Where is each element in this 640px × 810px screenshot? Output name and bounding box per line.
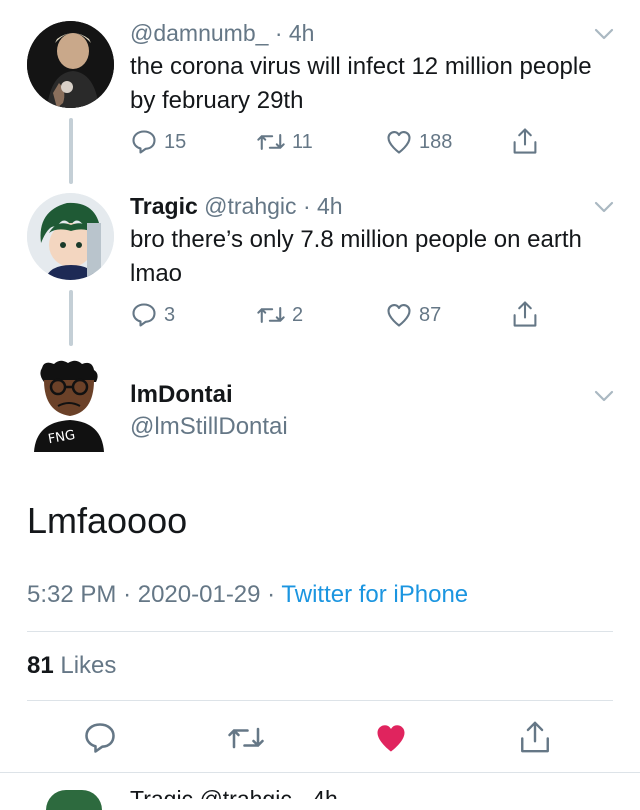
reply-button[interactable]: 15 bbox=[130, 128, 186, 156]
retweet-count: 2 bbox=[292, 303, 304, 326]
heart-icon bbox=[387, 304, 411, 327]
reply-icon bbox=[85, 723, 115, 753]
separator: · bbox=[274, 20, 283, 46]
retweet-count: 11 bbox=[292, 130, 313, 153]
share-button[interactable] bbox=[511, 299, 539, 329]
share-icon bbox=[513, 301, 537, 327]
likes-count: 81 bbox=[27, 652, 54, 679]
avatar-main-user[interactable]: FNG bbox=[30, 360, 108, 452]
avatar-damnumb[interactable] bbox=[27, 21, 114, 108]
next-reply-header[interactable]: Tragic @trahgic · 4h bbox=[130, 788, 338, 799]
chevron-down-icon[interactable] bbox=[594, 27, 614, 41]
retweet-icon bbox=[228, 727, 264, 749]
tweet-text: the corona virus will infect 12 million … bbox=[130, 53, 592, 114]
heart-filled-icon bbox=[377, 725, 405, 752]
reply-button[interactable]: 3 bbox=[130, 301, 175, 329]
share-button[interactable] bbox=[518, 718, 552, 761]
reply-count: 3 bbox=[164, 303, 176, 326]
thread-line-2 bbox=[69, 290, 73, 346]
reply-icon bbox=[132, 130, 156, 154]
tweet-meta: 5:32 PM · 2020-01-29 · Twitter for iPhon… bbox=[27, 581, 468, 609]
reply-button[interactable] bbox=[82, 720, 118, 761]
tweet-timestamp[interactable]: 5:32 PM bbox=[27, 581, 116, 608]
separator: · bbox=[267, 581, 276, 608]
retweet-icon bbox=[257, 307, 285, 323]
reply-icon bbox=[132, 303, 156, 327]
divider bbox=[27, 631, 613, 632]
avatar-tragic[interactable] bbox=[27, 193, 114, 280]
divider bbox=[0, 772, 640, 773]
separator: · bbox=[302, 193, 311, 219]
like-button[interactable]: 87 bbox=[385, 301, 441, 329]
retweet-button[interactable]: 11 bbox=[256, 128, 313, 156]
avatar-image bbox=[27, 21, 114, 108]
thread-line-1 bbox=[69, 118, 73, 184]
like-count: 188 bbox=[419, 130, 453, 153]
avatar-image bbox=[27, 193, 114, 280]
tweet-source-link[interactable]: Twitter for iPhone bbox=[281, 581, 468, 608]
tweet-date[interactable]: 2020-01-29 bbox=[138, 581, 261, 608]
main-tweet-text: Lmfaoooo bbox=[27, 500, 188, 541]
share-icon bbox=[513, 128, 537, 154]
like-button[interactable]: 188 bbox=[385, 128, 452, 156]
like-button-active[interactable] bbox=[373, 720, 409, 761]
share-button[interactable] bbox=[511, 126, 539, 156]
tweet-time[interactable]: 4h bbox=[289, 20, 315, 46]
retweet-button[interactable]: 2 bbox=[256, 301, 303, 329]
tweet-header: Tragic @trahgic · 4h bbox=[130, 193, 343, 220]
chevron-down-icon[interactable] bbox=[594, 200, 614, 214]
retweet-button[interactable] bbox=[226, 720, 266, 761]
tweet-handle[interactable]: @trahgic bbox=[204, 193, 296, 219]
tweet-text: bro there’s only 7.8 million people on e… bbox=[130, 226, 582, 287]
reply-count: 15 bbox=[164, 130, 187, 153]
heart-icon bbox=[387, 131, 411, 154]
avatar-next-reply[interactable] bbox=[46, 790, 102, 810]
likes-summary[interactable]: 81 Likes bbox=[27, 652, 116, 680]
main-handle[interactable]: @lmStillDontai bbox=[130, 413, 288, 441]
tweet-handle[interactable]: @damnumb_ bbox=[130, 20, 268, 46]
tweet-display-name[interactable]: Tragic bbox=[130, 193, 198, 219]
divider bbox=[27, 700, 613, 701]
likes-label: Likes bbox=[60, 652, 117, 679]
chevron-down-icon[interactable] bbox=[594, 389, 614, 403]
like-count: 87 bbox=[419, 303, 442, 326]
separator: · bbox=[123, 581, 132, 608]
tweet-time[interactable]: 4h bbox=[317, 193, 343, 219]
retweet-icon bbox=[257, 134, 285, 150]
share-icon bbox=[521, 721, 549, 753]
main-display-name[interactable]: lmDontai bbox=[130, 381, 233, 409]
tweet-header: @damnumb_ · 4h bbox=[130, 20, 314, 47]
